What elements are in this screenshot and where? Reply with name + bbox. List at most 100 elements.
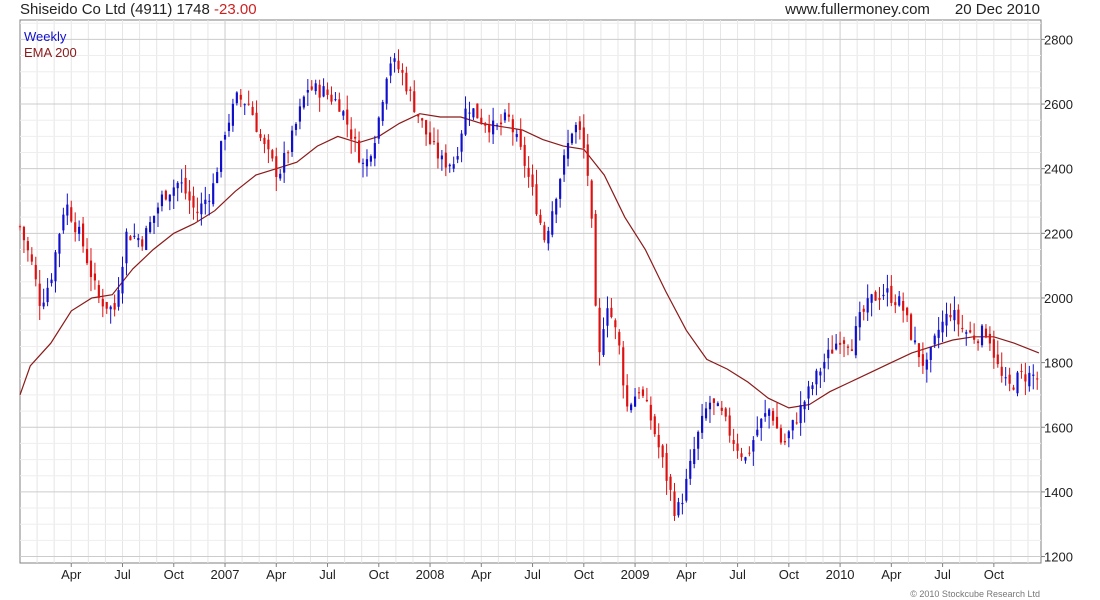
- candle-down: [992, 339, 995, 358]
- candle-down: [350, 129, 353, 140]
- candle-up: [464, 108, 467, 135]
- candle-down: [779, 428, 783, 443]
- candle-up: [152, 215, 156, 223]
- candle-up: [551, 211, 554, 235]
- y-tick-label: 1600: [1044, 420, 1073, 435]
- candle-up: [373, 143, 376, 159]
- x-tick-label: Oct: [779, 567, 800, 582]
- candle-up: [448, 164, 451, 167]
- candle-down: [598, 307, 601, 353]
- candle-down: [594, 213, 597, 306]
- candle-down: [894, 302, 897, 306]
- candle-down: [645, 399, 648, 402]
- candle-down: [164, 190, 167, 200]
- candle-up: [898, 296, 901, 306]
- x-tick-label: Oct: [574, 567, 595, 582]
- x-tick-label: 2007: [211, 567, 240, 582]
- candle-down: [444, 152, 447, 168]
- candle-up: [50, 279, 53, 284]
- candle-up: [925, 359, 928, 370]
- candle-down: [842, 340, 846, 344]
- candle-down: [480, 117, 483, 123]
- y-tick-label: 1200: [1044, 550, 1073, 565]
- candle-down: [961, 327, 964, 330]
- y-tick-label: 1800: [1044, 356, 1073, 371]
- candle-down: [421, 118, 424, 121]
- candle-down: [428, 132, 432, 144]
- candle-down: [673, 491, 676, 516]
- candle-down: [425, 120, 428, 135]
- candle-up: [62, 214, 65, 231]
- candle-down: [909, 314, 913, 340]
- candle-down: [476, 103, 479, 119]
- candle-up: [227, 122, 231, 132]
- candle-up: [941, 321, 944, 333]
- candle-up: [606, 308, 609, 326]
- candle-down: [838, 342, 842, 345]
- candle-down: [902, 301, 905, 311]
- candle-up: [559, 179, 562, 199]
- candle-up: [965, 332, 968, 334]
- candle-down: [874, 291, 877, 301]
- x-tick-label: 2010: [826, 567, 855, 582]
- x-tick-label: 2009: [621, 567, 650, 582]
- candle-down: [247, 103, 250, 105]
- candle-down: [26, 241, 29, 251]
- candle-up: [149, 222, 152, 233]
- candle-up: [125, 231, 128, 264]
- candle-down: [129, 236, 132, 241]
- candle-down: [578, 121, 581, 130]
- candle-up: [791, 420, 794, 431]
- candle-up: [42, 302, 45, 307]
- candle-down: [484, 123, 487, 126]
- candle-up: [66, 204, 69, 216]
- candle-up: [452, 164, 455, 169]
- candle-up: [945, 313, 948, 326]
- candle-up: [180, 182, 183, 184]
- candle-up: [933, 335, 936, 345]
- candle-down: [1024, 374, 1027, 382]
- candle-down: [318, 84, 321, 98]
- candle-down: [18, 226, 22, 228]
- candle-up: [58, 234, 61, 254]
- candle-down: [988, 333, 991, 344]
- candle-down: [405, 72, 408, 92]
- candle-down: [862, 308, 865, 312]
- candle-down: [665, 453, 668, 481]
- candle-down: [1036, 378, 1039, 380]
- candle-up: [630, 404, 633, 411]
- candle-down: [949, 315, 952, 318]
- candle-down: [531, 174, 534, 187]
- candle-up: [803, 401, 806, 410]
- candle-down: [712, 398, 715, 403]
- candle-down: [38, 283, 41, 306]
- y-axis: 1200 1400 1600 1800 2000 2200 2400 2600 2800: [1041, 32, 1073, 565]
- candle-up: [290, 130, 294, 153]
- candle-up: [913, 340, 917, 343]
- candle-up: [693, 449, 696, 465]
- candle-down: [618, 332, 621, 346]
- candle-down: [263, 137, 266, 145]
- candle-up: [200, 203, 203, 215]
- candle-up: [393, 58, 396, 62]
- site-link[interactable]: www.fullermoney.com: [785, 1, 930, 18]
- y-tick-label: 2000: [1044, 291, 1073, 306]
- candle-down: [70, 207, 73, 222]
- candle-up: [231, 103, 234, 126]
- candle-down: [622, 347, 625, 386]
- candle-up: [752, 440, 755, 452]
- candle-up: [302, 96, 305, 108]
- candle-up: [137, 238, 140, 241]
- candle-up: [365, 159, 369, 167]
- price-change: -23.00: [214, 1, 257, 18]
- candle-down: [330, 94, 333, 102]
- candle-down: [488, 125, 491, 133]
- candle-down: [251, 106, 254, 116]
- chart-title: Shiseido Co Ltd (4911) 1748: [20, 1, 210, 18]
- candle-up: [811, 385, 814, 390]
- x-tick-label: Apr: [881, 567, 902, 582]
- candle-up: [515, 134, 518, 138]
- candle-down: [626, 385, 629, 407]
- candle-down: [543, 225, 546, 241]
- candle-down: [878, 298, 881, 300]
